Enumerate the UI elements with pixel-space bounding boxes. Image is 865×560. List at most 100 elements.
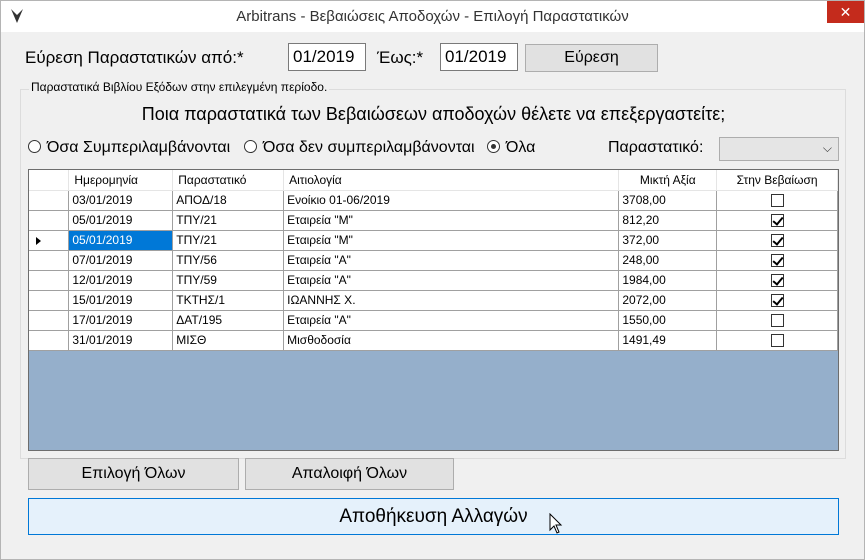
radio-not-included-label: Όσα δεν συμπεριλαμβάνονται	[263, 139, 475, 156]
from-period-input[interactable]: 01/2019	[288, 43, 366, 71]
row-header[interactable]	[29, 210, 70, 231]
window-title: Arbitrans - Βεβαιώσεις Αποδοχών - Επιλογ…	[236, 8, 629, 25]
to-period-input[interactable]: 01/2019	[440, 43, 518, 71]
document-type-label: Παραστατικό:	[608, 139, 704, 156]
to-label: Έως:*	[377, 48, 424, 67]
table-row[interactable]: 07/01/2019 ΤΠΥ/56 Εταιρεία "Α" 248,00	[29, 250, 838, 271]
included-checkbox[interactable]	[770, 334, 784, 348]
cell-amount[interactable]: 812,20	[618, 210, 718, 231]
title-bar[interactable]: Arbitrans - Βεβαιώσεις Αποδοχών - Επιλογ…	[1, 1, 864, 32]
row-header[interactable]	[29, 250, 70, 271]
cell-date[interactable]: 15/01/2019	[68, 290, 174, 311]
save-changes-button[interactable]: Αποθήκευση Αλλαγών	[28, 498, 839, 535]
cell-included	[716, 310, 838, 331]
cell-document[interactable]: ΤΠΥ/21	[172, 230, 285, 251]
radio-all[interactable]: Όλα	[487, 139, 535, 157]
radio-not-included-dot	[244, 140, 257, 153]
table-row[interactable]: 05/01/2019 ΤΠΥ/21 Εταιρεία "Μ" 372,00	[29, 230, 838, 251]
table-row[interactable]: 17/01/2019 ΔΑΤ/195 Εταιρεία "Α" 1550,00	[29, 310, 838, 331]
cell-included	[716, 290, 838, 311]
cell-reason[interactable]: Εταιρεία "Α"	[283, 270, 620, 291]
group-label: Παραστατικά Βιβλίου Εξόδων στην επιλεγμέ…	[29, 80, 330, 94]
table-row[interactable]: 12/01/2019 ΤΠΥ/59 Εταιρεία "Α" 1984,00	[29, 270, 838, 291]
select-all-button[interactable]: Επιλογή Όλων	[28, 458, 239, 490]
cell-included	[716, 190, 838, 211]
main-window: Arbitrans - Βεβαιώσεις Αποδοχών - Επιλογ…	[0, 0, 865, 560]
row-header[interactable]	[29, 310, 70, 331]
cell-amount[interactable]: 372,00	[618, 230, 718, 251]
cell-date[interactable]: 07/01/2019	[68, 250, 174, 271]
col-header-amount[interactable]: Μικτή Αξία	[618, 170, 718, 191]
cell-date[interactable]: 17/01/2019	[68, 310, 174, 331]
cell-document[interactable]: ΤΠΥ/56	[172, 250, 285, 271]
included-checkbox[interactable]	[770, 274, 784, 288]
from-label: Εύρεση Παραστατικών από:*	[25, 48, 244, 67]
cell-amount[interactable]: 248,00	[618, 250, 718, 271]
radio-included-dot	[28, 140, 41, 153]
cell-amount[interactable]: 1491,49	[618, 330, 718, 351]
table-row[interactable]: 05/01/2019 ΤΠΥ/21 Εταιρεία "Μ" 812,20	[29, 210, 838, 231]
col-header-included[interactable]: Στην Βεβαίωση	[716, 170, 838, 191]
mouse-cursor-icon	[549, 513, 563, 534]
cell-reason[interactable]: ΙΩΑΝΝΗΣ Χ.	[283, 290, 620, 311]
row-header-corner	[29, 170, 70, 191]
current-row-arrow-icon	[36, 236, 41, 245]
included-checkbox[interactable]	[770, 314, 784, 328]
col-header-document[interactable]: Παραστατικό	[172, 170, 285, 191]
radio-not-included[interactable]: Όσα δεν συμπεριλαμβάνονται	[244, 139, 475, 157]
cell-reason[interactable]: Ενοίκιο 01-06/2019	[283, 190, 620, 211]
cell-amount[interactable]: 2072,00	[618, 290, 718, 311]
cell-date[interactable]: 03/01/2019	[68, 190, 174, 211]
cell-included	[716, 250, 838, 271]
radio-all-label: Όλα	[506, 139, 536, 156]
included-checkbox[interactable]	[770, 294, 784, 308]
cell-reason[interactable]: Μισθοδοσία	[283, 330, 620, 351]
cell-document[interactable]: ΔΑΤ/195	[172, 310, 285, 331]
documents-grid[interactable]: Ημερομηνία Παραστατικό Αιτιολογία Μικτή …	[28, 169, 839, 451]
col-header-date[interactable]: Ημερομηνία	[68, 170, 174, 191]
question-heading: Ποια παραστατικά των Βεβαιώσεων αποδοχών…	[141, 104, 726, 124]
cell-date[interactable]: 05/01/2019	[68, 230, 174, 251]
included-checkbox[interactable]	[770, 234, 784, 248]
cell-reason[interactable]: Εταιρεία "Μ"	[283, 230, 620, 251]
cell-document[interactable]: ΤΠΥ/21	[172, 210, 285, 231]
radio-all-dot	[487, 140, 500, 153]
chevron-down-icon: ⌵	[822, 141, 832, 155]
table-row[interactable]: 31/01/2019 ΜΙΣΘ Μισθοδοσία 1491,49	[29, 330, 838, 351]
cell-document[interactable]: ΜΙΣΘ	[172, 330, 285, 351]
included-checkbox[interactable]	[770, 214, 784, 228]
cell-included	[716, 270, 838, 291]
row-header[interactable]	[29, 270, 70, 291]
cell-included	[716, 230, 838, 251]
col-header-reason[interactable]: Αιτιολογία	[283, 170, 620, 191]
cell-reason[interactable]: Εταιρεία "Α"	[283, 310, 620, 331]
row-header[interactable]	[29, 230, 70, 251]
cell-document[interactable]: ΤΠΥ/59	[172, 270, 285, 291]
cell-amount[interactable]: 1984,00	[618, 270, 718, 291]
search-button[interactable]: Εύρεση	[525, 44, 658, 72]
cell-document[interactable]: ΤΚΤΗΣ/1	[172, 290, 285, 311]
cell-date[interactable]: 12/01/2019	[68, 270, 174, 291]
grid-body: 03/01/2019 ΑΠΟΔ/18 Ενοίκιο 01-06/2019 3708,…	[29, 190, 838, 351]
included-checkbox[interactable]	[770, 254, 784, 268]
cell-date[interactable]: 31/01/2019	[68, 330, 174, 351]
cell-included	[716, 210, 838, 231]
cell-date[interactable]: 05/01/2019	[68, 210, 174, 231]
cell-reason[interactable]: Εταιρεία "Μ"	[283, 210, 620, 231]
cell-included	[716, 330, 838, 351]
cell-reason[interactable]: Εταιρεία "Α"	[283, 250, 620, 271]
cell-amount[interactable]: 1550,00	[618, 310, 718, 331]
close-button[interactable]: ✕	[827, 1, 864, 23]
row-header[interactable]	[29, 330, 70, 351]
radio-included-label: Όσα Συμπεριλαμβάνονται	[47, 139, 231, 156]
table-row[interactable]: 15/01/2019 ΤΚΤΗΣ/1 ΙΩΑΝΝΗΣ Χ. 2072,00	[29, 290, 838, 311]
included-checkbox[interactable]	[770, 194, 784, 208]
row-header[interactable]	[29, 290, 70, 311]
document-type-select[interactable]: ⌵	[719, 137, 839, 161]
radio-included[interactable]: Όσα Συμπεριλαμβάνονται	[28, 139, 230, 157]
cell-amount[interactable]: 3708,00	[618, 190, 718, 211]
clear-all-button[interactable]: Απαλοιφή Όλων	[245, 458, 454, 490]
table-row[interactable]: 03/01/2019 ΑΠΟΔ/18 Ενοίκιο 01-06/2019 3708,…	[29, 190, 838, 211]
row-header[interactable]	[29, 190, 70, 211]
cell-document[interactable]: ΑΠΟΔ/18	[172, 190, 285, 211]
